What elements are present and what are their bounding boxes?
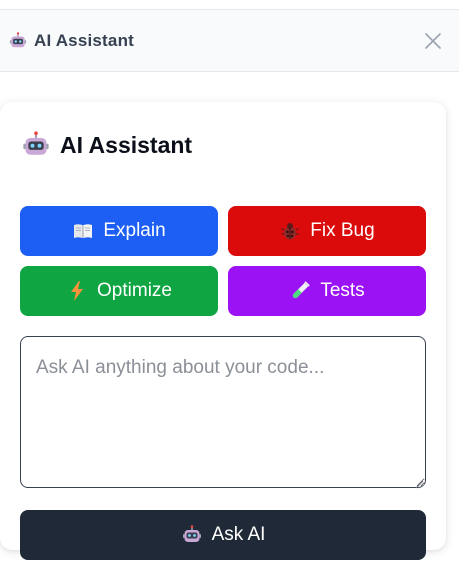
top-strip (0, 0, 459, 10)
close-icon[interactable] (421, 29, 445, 53)
tests-button[interactable]: Tests (228, 266, 426, 316)
explain-button[interactable]: Explain (20, 206, 218, 256)
optimize-button[interactable]: Optimize (20, 266, 218, 316)
ask-ai-button[interactable]: Ask AI (20, 510, 426, 560)
book-icon (72, 220, 94, 242)
fix-bug-label: Fix Bug (310, 220, 375, 241)
card-title-row: AI Assistant (22, 130, 192, 160)
robot-icon (8, 31, 28, 51)
assistant-panel: AI Assistant Explain Fix Bug Optimize Te… (0, 72, 459, 573)
ask-ai-label: Ask AI (211, 524, 266, 545)
tests-label: Tests (320, 280, 365, 301)
card-title: AI Assistant (60, 131, 193, 158)
assistant-header: AI Assistant (0, 10, 459, 72)
robot-icon (22, 131, 50, 159)
ask-ai-input[interactable] (20, 336, 426, 488)
fix-bug-button[interactable]: Fix Bug (228, 206, 426, 256)
lightning-icon (66, 280, 88, 302)
bug-icon (279, 220, 301, 242)
robot-icon (181, 524, 203, 546)
test-tube-icon (289, 280, 311, 302)
explain-label: Explain (103, 220, 166, 241)
header-title: AI Assistant (34, 30, 135, 50)
optimize-label: Optimize (97, 280, 172, 301)
assistant-card: AI Assistant Explain Fix Bug Optimize Te… (0, 102, 446, 560)
